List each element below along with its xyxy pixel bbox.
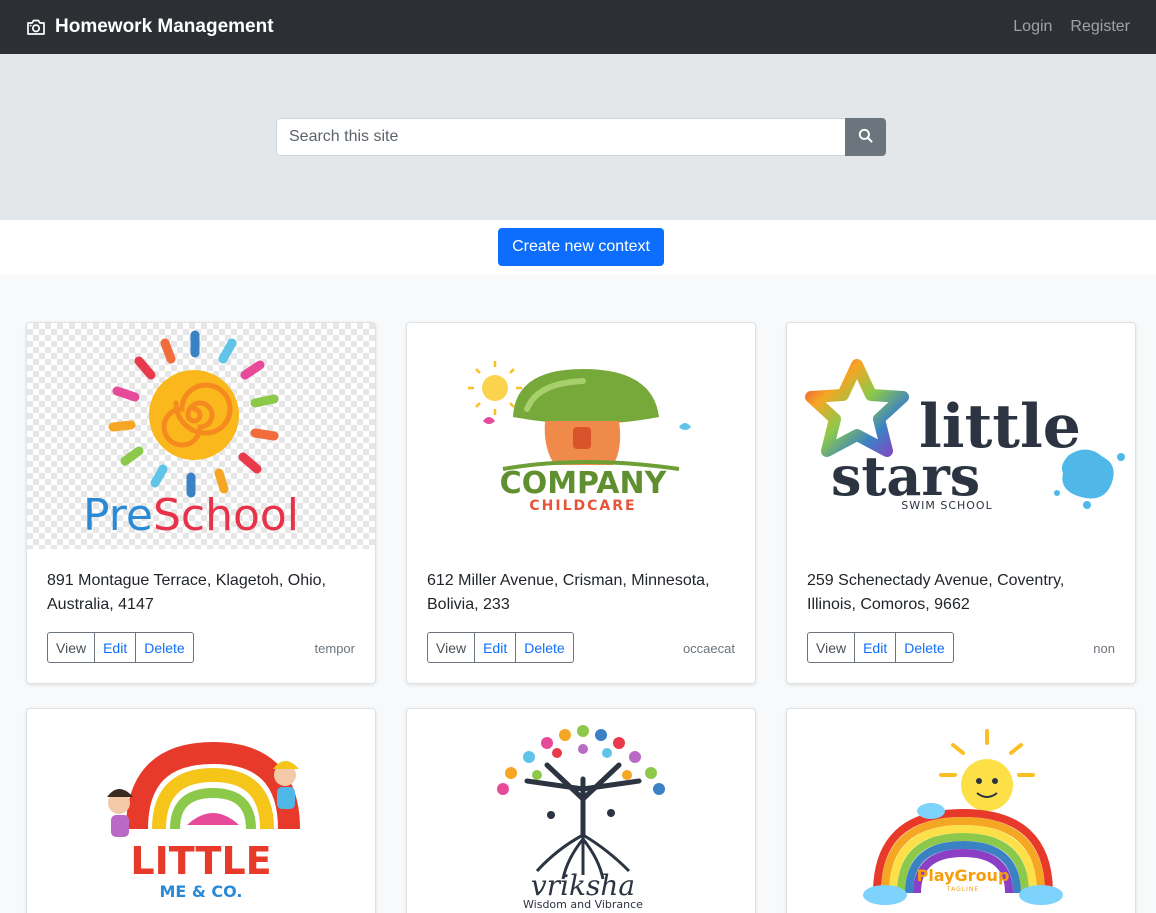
card-address: 891 Montague Terrace, Klagetoh, Ohio, Au… <box>47 572 326 613</box>
search-button[interactable] <box>845 118 886 156</box>
logo-line3: SWIM SCHOOL <box>901 499 992 512</box>
card-actions: View Edit Delete <box>47 632 194 663</box>
card-image-little-me-logo[interactable]: LITTLE ME & CO. <box>27 709 375 913</box>
logo-line2: Wisdom and Vibrance <box>523 898 643 911</box>
card-image-company-childcare-logo[interactable]: COMPANY CHILDCARE <box>407 323 755 549</box>
card-image-preschool-logo[interactable]: PreSchool <box>27 323 375 549</box>
delete-button[interactable]: Delete <box>135 632 194 663</box>
create-strip: Create new context <box>0 220 1156 274</box>
card-tag: tempor <box>314 641 355 656</box>
navbar: Homework Management Login Register <box>0 0 1156 54</box>
context-card: PlayGroup TAGLINE <box>786 708 1136 913</box>
card-actions: View Edit Delete <box>807 632 954 663</box>
little-stars-logo: little stars SWIM SCHOOL <box>805 359 1125 512</box>
hero-section <box>0 54 1156 220</box>
card-actions: View Edit Delete <box>427 632 574 663</box>
search-form <box>276 118 886 156</box>
logo-line2: CHILDCARE <box>529 498 636 514</box>
card-address: 612 Miller Avenue, Crisman, Minnesota, B… <box>427 572 710 613</box>
search-icon <box>858 128 873 146</box>
logo-line1: LITTLE <box>130 839 271 883</box>
search-input[interactable] <box>276 118 845 156</box>
logo-line1: COMPANY <box>500 466 668 501</box>
nav-links: Login Register <box>1013 18 1130 36</box>
playgroup-logo: PlayGroup TAGLINE <box>863 729 1063 905</box>
delete-button[interactable]: Delete <box>515 632 574 663</box>
view-button[interactable]: View <box>47 632 96 663</box>
card-tag: non <box>1093 641 1115 656</box>
edit-button[interactable]: Edit <box>854 632 897 663</box>
context-card: PreSchool 891 Montague Terrace, Klagetoh… <box>26 322 376 684</box>
brand-title: Homework Management <box>55 16 274 37</box>
vriksha-logo: vriksha Wisdom and Vibrance <box>497 725 665 911</box>
card-image-little-stars-logo[interactable]: little stars SWIM SCHOOL <box>787 323 1135 549</box>
brand[interactable]: Homework Management <box>26 16 274 38</box>
logo-line2: TAGLINE <box>946 886 979 893</box>
register-link[interactable]: Register <box>1070 18 1130 36</box>
edit-button[interactable]: Edit <box>474 632 517 663</box>
login-link[interactable]: Login <box>1013 18 1052 36</box>
view-button[interactable]: View <box>807 632 856 663</box>
logo-line1: PlayGroup <box>917 866 1010 885</box>
context-card: vriksha Wisdom and Vibrance <box>406 708 756 913</box>
card-image-playgroup-logo[interactable]: PlayGroup TAGLINE <box>787 709 1135 913</box>
logo-line2: ME & CO. <box>159 882 242 901</box>
card-tag: occaecat <box>682 641 735 656</box>
context-card: COMPANY CHILDCARE 612 Miller Avenue, Cri… <box>406 322 756 684</box>
little-me-logo: LITTLE ME & CO. <box>107 741 300 901</box>
create-context-button[interactable]: Create new context <box>498 228 664 266</box>
camera-icon <box>26 18 46 36</box>
svg-text:PreSchool: PreSchool <box>83 490 299 541</box>
context-card: LITTLE ME & CO. <box>26 708 376 913</box>
company-childcare-logo: COMPANY CHILDCARE <box>468 361 691 514</box>
edit-button[interactable]: Edit <box>94 632 137 663</box>
card-address: 259 Schenectady Avenue, Coventry, Illino… <box>807 572 1065 613</box>
card-image-vriksha-logo[interactable]: vriksha Wisdom and Vibrance <box>407 709 755 913</box>
context-card: little stars SWIM SCHOOL 259 Schenectady… <box>786 322 1136 684</box>
preschool-logo: PreSchool <box>83 330 299 541</box>
delete-button[interactable]: Delete <box>895 632 954 663</box>
view-button[interactable]: View <box>427 632 476 663</box>
